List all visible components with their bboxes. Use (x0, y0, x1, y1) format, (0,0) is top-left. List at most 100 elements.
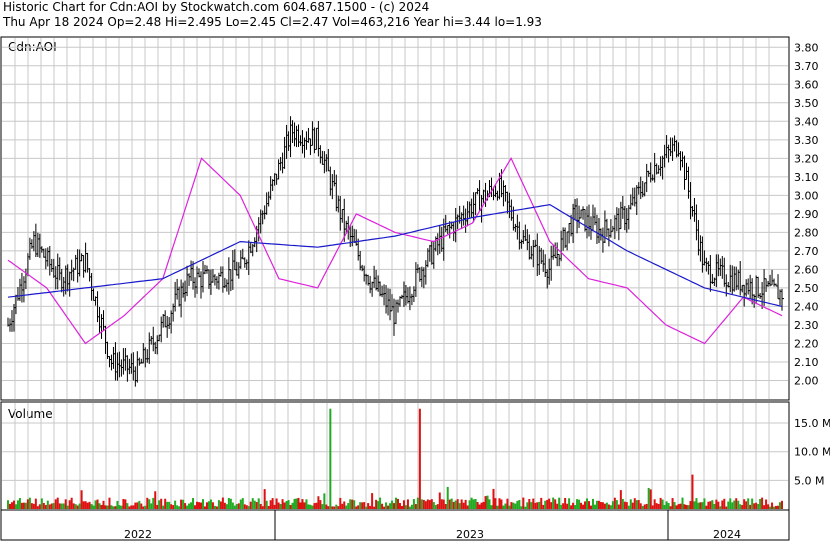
volume-bar (146, 497, 149, 509)
volume-bar (239, 499, 242, 509)
volume-bar (484, 496, 487, 509)
volume-bar (506, 498, 509, 509)
volume-bar (393, 503, 396, 509)
volume-bar (255, 502, 258, 509)
volume-bar (88, 501, 91, 509)
volume-bar (406, 499, 409, 509)
price-tick-label: 2.30 (794, 319, 819, 332)
volume-bar (317, 496, 320, 509)
volume-bar (486, 495, 489, 509)
volume-bar (221, 497, 224, 509)
volume-bar (456, 499, 459, 509)
volume-bar (363, 502, 366, 509)
volume-bar (120, 505, 123, 509)
volume-bar (116, 500, 119, 509)
volume-bar (359, 502, 362, 509)
volume-bar (164, 498, 167, 509)
volume-bar (223, 502, 226, 509)
volume-bar (683, 504, 686, 509)
volume-bar (102, 500, 105, 509)
volume-bar (391, 500, 394, 509)
volume-bar (432, 502, 435, 509)
volume-bar (289, 504, 292, 509)
volume-bar (351, 499, 354, 509)
volume-bar (494, 498, 497, 509)
volume-bar (253, 500, 256, 509)
volume-bar (566, 503, 569, 509)
volume-bar (582, 504, 585, 509)
volume-bar (14, 504, 17, 509)
volume-bar (178, 506, 181, 509)
volume-bar (72, 503, 75, 509)
volume-bar (675, 505, 678, 509)
volume-bar (398, 503, 401, 509)
volume-bar (192, 498, 195, 509)
volume-bar (287, 500, 290, 509)
volume-bar (570, 505, 573, 509)
volume-bar (112, 506, 115, 509)
volume-bar (211, 502, 214, 509)
volume-bar (635, 500, 638, 509)
volume-bar (60, 503, 63, 509)
volume-bar (126, 503, 129, 509)
volume-bar (697, 502, 700, 509)
price-tick-label: 2.00 (794, 374, 819, 387)
volume-bar (209, 499, 212, 509)
volume-bar (78, 503, 81, 509)
volume-bar (303, 502, 306, 509)
volume-bar (574, 505, 577, 509)
volume-bar (773, 506, 776, 509)
volume-bar (779, 502, 782, 509)
volume-bar (8, 503, 11, 509)
volume-bar (94, 500, 97, 509)
volume-bar (719, 506, 722, 509)
volume-bar (414, 504, 417, 509)
volume-bar (649, 489, 652, 509)
volume-bar (215, 506, 218, 509)
year-label: 2022 (124, 528, 152, 541)
volume-bar (617, 504, 620, 509)
volume-bar (765, 499, 768, 509)
volume-bar (200, 502, 203, 509)
volume-bar (731, 502, 734, 509)
volume-bar (480, 502, 483, 509)
volume-bar (448, 499, 451, 509)
volume-bar (761, 497, 764, 509)
price-tick-label: 2.20 (794, 337, 819, 350)
volume-bar (329, 408, 332, 509)
volume-bar (257, 498, 260, 509)
volume-bar (693, 501, 696, 509)
volume-bar (229, 498, 232, 509)
price-tick-label: 3.00 (794, 189, 819, 202)
volume-bar (367, 503, 370, 509)
volume-bar (279, 504, 282, 509)
volume-bar (458, 503, 461, 509)
volume-bar (552, 497, 555, 509)
volume-bar (92, 505, 95, 509)
price-tick-label: 3.40 (794, 115, 819, 128)
volume-bar (283, 502, 286, 509)
volume-bar (657, 503, 660, 509)
volume-bar (389, 503, 392, 509)
volume-bar (733, 500, 736, 509)
volume-bar (227, 498, 230, 509)
volume-bar (468, 500, 471, 509)
volume-bar (753, 503, 756, 509)
volume-bar (291, 502, 294, 509)
volume-bar (534, 502, 537, 509)
volume-bar (311, 505, 314, 509)
volume-bar (560, 504, 563, 509)
volume-bar (492, 488, 495, 509)
volume-bar (307, 504, 310, 509)
volume-bar (277, 502, 280, 509)
volume-bar (613, 497, 616, 509)
volume-bar (132, 505, 135, 509)
volume-bar (701, 502, 704, 509)
volume-bar (562, 503, 565, 509)
volume-bar (198, 502, 201, 509)
volume-bar (416, 497, 419, 509)
volume-bar (609, 505, 612, 509)
volume-bar (426, 499, 429, 509)
volume-bar (12, 500, 15, 509)
volume-bar (20, 502, 23, 509)
